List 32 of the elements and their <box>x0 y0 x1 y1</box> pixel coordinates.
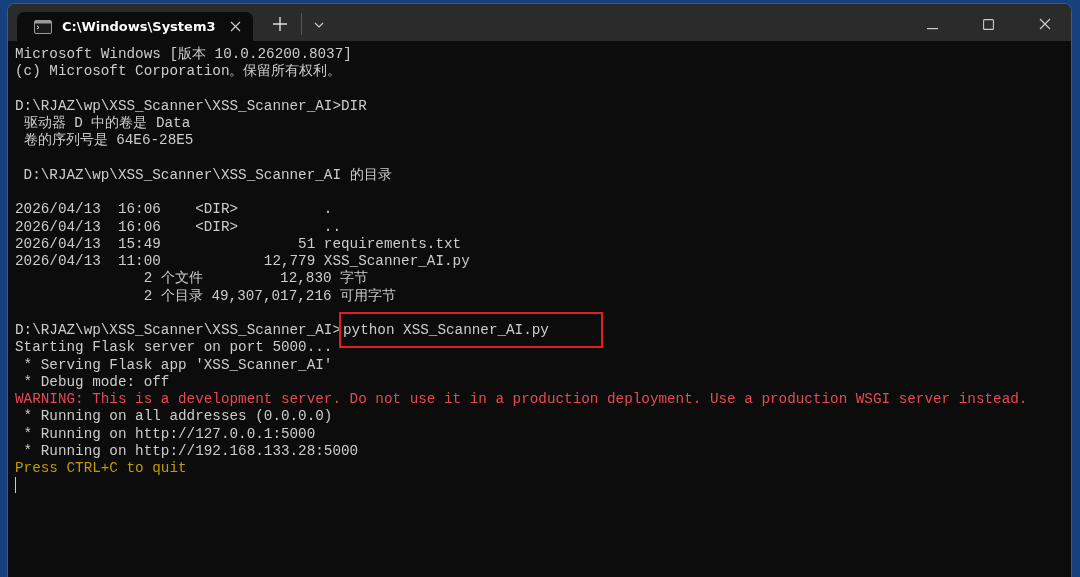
close-icon[interactable] <box>1039 18 1051 30</box>
output-line: 2026/04/13 16:06 <DIR> . <box>15 201 333 218</box>
terminal-tab[interactable]: C:\Windows\System3 <box>17 12 253 41</box>
output-line: D:\RJAZ\wp\XSS_Scanner\XSS_Scanner_AI 的目录 <box>22 166 392 183</box>
typed-command: python XSS_Scanner_AI.py <box>341 314 601 346</box>
tab-title: C:\Windows\System3 <box>62 19 217 34</box>
output-line: * Debug mode: off <box>22 373 170 390</box>
output-line: 2 个目录 49,307,017,216 可用字节 <box>142 287 397 304</box>
output-line: 卷的序列号是 64E6-28E5 <box>22 132 194 149</box>
close-tab-icon[interactable] <box>230 21 241 32</box>
output-line: 2026/04/13 15:49 51 requirements.txt <box>15 235 462 252</box>
output-line: * Running on all addresses (0.0.0.0) <box>22 408 333 425</box>
output-line: 2026/04/13 11:00 12,779 XSS_Scanner_AI.py <box>15 253 470 269</box>
output-line: 2 个文件 12,830 字节 <box>142 270 369 287</box>
output-line: * Serving Flask app 'XSS_Scanner_AI' <box>22 356 333 373</box>
command-prompt: D:\RJAZ\wp\XSS_Scanner\XSS_Scanner_AI> <box>15 322 342 338</box>
output-line: 驱动器 D 中的卷是 Data <box>22 115 191 131</box>
output-line: * Running on http://127.0.0.1:5000 <box>22 425 316 442</box>
console-icon <box>34 19 52 34</box>
output-line: 2026/04/13 16:06 <DIR> .. <box>15 218 342 235</box>
output-line: Starting Flask server on port 5000... <box>15 339 333 356</box>
output-line: D:\RJAZ\wp\XSS_Scanner\XSS_Scanner_AI>DIR <box>15 97 367 114</box>
text-cursor <box>15 477 16 494</box>
minimize-icon[interactable] <box>927 28 938 30</box>
new-tab-icon[interactable] <box>273 17 287 31</box>
output-line: * Running on http://192.168.133.28:5000 <box>22 442 359 459</box>
maximize-icon[interactable] <box>983 19 994 30</box>
output-line: WARNING: This is a development server. Do not use it in a production deployment. Use a production WSGI server instead. <box>15 391 1028 407</box>
output-line: (c) Microsoft Corporation。保留所有权利。 <box>15 63 342 80</box>
caret-icon[interactable] <box>314 22 324 28</box>
output-line: Press CTRL+C to quit <box>15 460 187 476</box>
output-line: Microsoft Windows [版本 10.0.26200.8037] <box>15 46 352 62</box>
